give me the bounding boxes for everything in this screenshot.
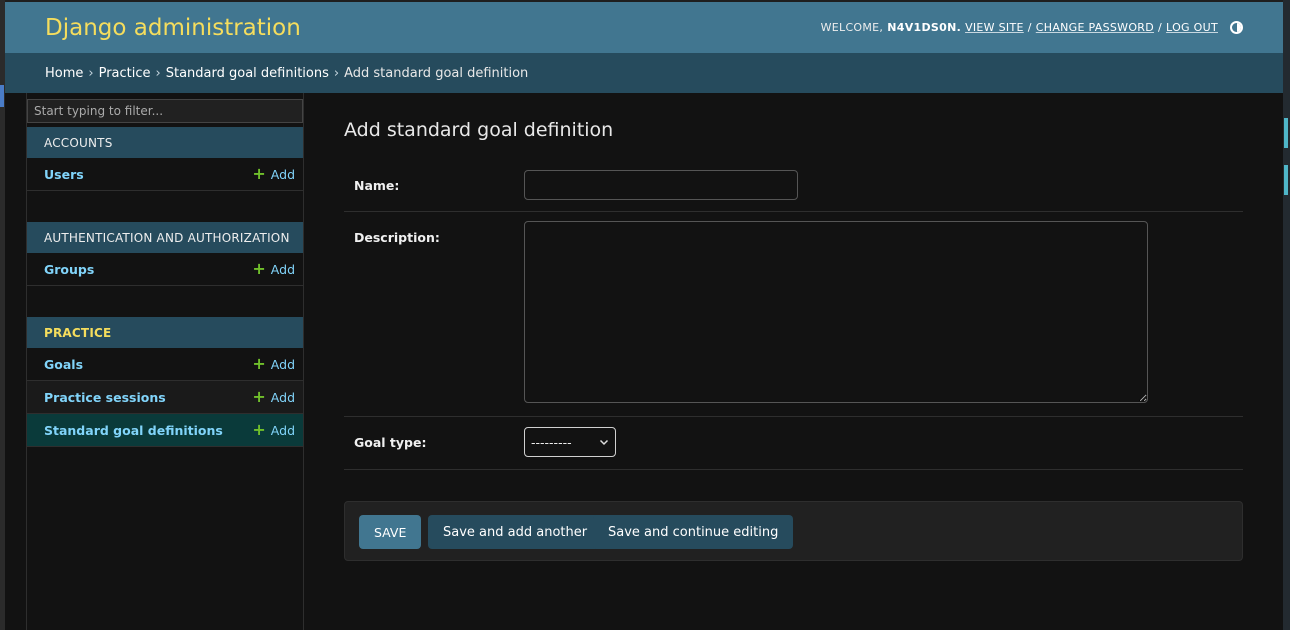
- sidebar-item-label[interactable]: Standard goal definitions: [44, 423, 223, 438]
- desktop-right-mark: [1284, 165, 1288, 195]
- plus-icon: +: [252, 259, 266, 278]
- add-label: Add: [270, 356, 295, 372]
- module-header-practice[interactable]: PRACTICE: [27, 317, 303, 348]
- user-tools-separator: /: [1158, 21, 1163, 34]
- submit-row: SAVE Save and add another Save and conti…: [344, 501, 1243, 561]
- breadcrumb-separator: ›: [88, 65, 94, 81]
- sidebar-item-label[interactable]: Goals: [44, 357, 83, 372]
- chevron-down-icon: [599, 439, 609, 446]
- sidebar-item-groups: Groups + Add: [27, 253, 303, 286]
- add-label: Add: [270, 166, 295, 182]
- module-accounts: ACCOUNTS Users + Add: [27, 127, 303, 191]
- sidebar-item-practice-sessions: Practice sessions + Add: [27, 381, 303, 414]
- theme-toggle-icon[interactable]: [1230, 21, 1243, 34]
- module-header-accounts[interactable]: ACCOUNTS: [27, 127, 303, 158]
- add-label: Add: [270, 261, 295, 277]
- goal-type-label: Goal type:: [354, 435, 427, 450]
- sidebar-item-label[interactable]: Users: [44, 167, 84, 182]
- module-practice: PRACTICE Goals + Add Practice sessions + A…: [27, 317, 303, 447]
- breadcrumb-separator: ›: [155, 65, 161, 81]
- save-button[interactable]: SAVE: [359, 515, 422, 549]
- sidebar-item-goals: Goals + Add: [27, 348, 303, 381]
- main-content: Add standard goal definition Name: Descr…: [344, 93, 1243, 630]
- name-label: Name:: [354, 178, 400, 193]
- goal-type-selected-value: ---------: [531, 434, 572, 450]
- sidebar-item-standard-goal-definitions: Standard goal definitions + Add: [27, 414, 303, 447]
- sidebar-item-label[interactable]: Groups: [44, 262, 94, 277]
- module-auth: AUTHENTICATION AND AUTHORIZATION Groups …: [27, 222, 303, 286]
- username: N4V1DS0N.: [887, 21, 962, 34]
- screen: Django administration WELCOME, N4V1DS0N.…: [0, 0, 1290, 630]
- nav-filter-input[interactable]: [27, 99, 303, 123]
- breadcrumb-current: Add standard goal definition: [344, 65, 529, 81]
- add-label: Add: [270, 389, 295, 405]
- breadcrumb: Home › Practice › Standard goal definiti…: [5, 53, 1283, 93]
- module-header-auth[interactable]: AUTHENTICATION AND AUTHORIZATION: [27, 222, 303, 253]
- plus-icon: +: [252, 420, 266, 439]
- name-field[interactable]: [524, 170, 798, 200]
- admin-window: Django administration WELCOME, N4V1DS0N.…: [5, 2, 1283, 630]
- site-branding-link[interactable]: Django administration: [45, 15, 301, 41]
- desktop-right-edge: [1283, 0, 1290, 630]
- add-practice-sessions-link[interactable]: + Add: [252, 387, 295, 406]
- user-tools: WELCOME, N4V1DS0N. VIEW SITE / CHANGE PA…: [821, 21, 1243, 34]
- description-label: Description:: [354, 230, 440, 245]
- form-row-goal-type: Goal type: ---------: [344, 416, 1243, 470]
- breadcrumb-model-link[interactable]: Standard goal definitions: [166, 66, 329, 81]
- breadcrumb-home-link[interactable]: Home: [45, 66, 83, 81]
- change-password-link[interactable]: CHANGE PASSWORD: [1036, 21, 1154, 34]
- breadcrumb-separator: ›: [333, 65, 340, 81]
- sidebar-item-users: Users + Add: [27, 158, 303, 191]
- plus-icon: +: [252, 354, 266, 373]
- add-goals-link[interactable]: + Add: [252, 354, 295, 373]
- description-field[interactable]: [524, 221, 1148, 403]
- add-standard-goal-definitions-link[interactable]: + Add: [252, 420, 295, 439]
- sidebar-item-label[interactable]: Practice sessions: [44, 390, 166, 405]
- view-site-link[interactable]: VIEW SITE: [965, 21, 1024, 34]
- user-tools-separator: /: [1027, 21, 1032, 34]
- form-row-description: Description:: [344, 211, 1243, 417]
- page-title: Add standard goal definition: [344, 119, 614, 141]
- save-and-add-another-button[interactable]: Save and add another: [428, 515, 603, 549]
- desktop-right-mark: [1284, 118, 1288, 148]
- header: Django administration WELCOME, N4V1DS0N.…: [5, 2, 1283, 53]
- add-users-link[interactable]: + Add: [252, 164, 295, 183]
- goal-type-select[interactable]: ---------: [524, 427, 616, 457]
- add-label: Add: [270, 422, 295, 438]
- welcome-text: WELCOME,: [820, 21, 884, 34]
- add-groups-link[interactable]: + Add: [252, 259, 295, 278]
- plus-icon: +: [252, 387, 266, 406]
- desktop-left-tab: [0, 85, 4, 107]
- nav-sidebar: ACCOUNTS Users +Add AUTHENTICATION AND A…: [5, 93, 304, 630]
- breadcrumb-app-link[interactable]: Practice: [99, 66, 151, 81]
- log-out-link[interactable]: LOG OUT: [1166, 21, 1218, 34]
- plus-icon: +: [252, 164, 266, 183]
- form-row-name: Name:: [344, 161, 1243, 212]
- save-and-continue-button[interactable]: Save and continue editing: [593, 515, 794, 549]
